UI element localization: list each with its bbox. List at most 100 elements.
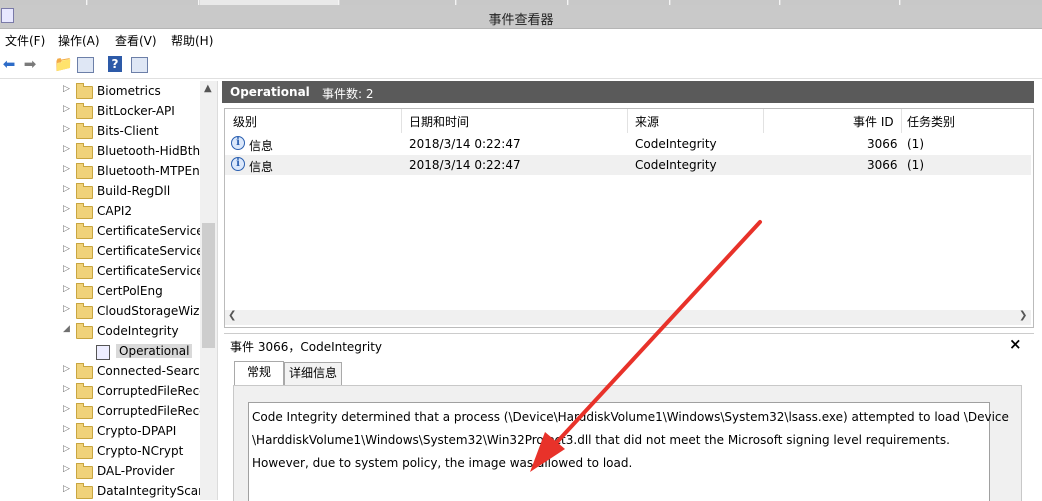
forward-arrow-icon[interactable]: ➡: [21, 55, 39, 73]
tree-item[interactable]: ▷ Build-RegDll: [0, 181, 200, 201]
folder-icon: [76, 183, 93, 199]
collapsed-arrow-icon[interactable]: ▷: [63, 104, 70, 114]
folder-icon: [76, 323, 93, 339]
tree-item-label: DataIntegrityScan: [97, 484, 201, 498]
tab-details[interactable]: 详细信息: [284, 362, 342, 385]
tree-item[interactable]: ▷ CertPolEng: [0, 281, 200, 301]
menu-bar: 文件(F) 操作(A) 查看(V) 帮助(H): [0, 29, 1042, 50]
help-icon[interactable]: ?: [108, 56, 122, 72]
collapsed-arrow-icon[interactable]: ▷: [63, 244, 70, 254]
tree-item[interactable]: ◢ CodeIntegrity: [0, 321, 200, 341]
collapsed-arrow-icon[interactable]: ▷: [63, 184, 70, 194]
table-row[interactable]: i 信息 2018/3/14 0:22:47 CodeIntegrity 306…: [225, 134, 1031, 154]
horizontal-scrollbar[interactable]: ❮ ❯: [225, 310, 1031, 325]
cell-event-id: 3066: [867, 158, 898, 172]
expanded-arrow-icon[interactable]: ◢: [63, 324, 70, 334]
cell-level: 信息: [249, 139, 274, 153]
scroll-left-icon[interactable]: ❮: [228, 310, 236, 321]
cell-source: CodeIntegrity: [635, 158, 717, 172]
tree-item-label: Connected-Search: [97, 364, 201, 378]
tree-item-label: CloudStorageWizard: [97, 304, 201, 318]
collapsed-arrow-icon[interactable]: ▷: [63, 484, 70, 494]
collapsed-arrow-icon[interactable]: ▷: [63, 124, 70, 134]
show-pane-icon[interactable]: [131, 57, 148, 73]
tree-scrollbar[interactable]: ▲: [200, 81, 217, 500]
tree-item[interactable]: ▷ Crypto-DPAPI: [0, 421, 200, 441]
cell-level: 信息: [249, 160, 274, 174]
tree-item-label: CorruptedFileRecovery: [97, 404, 201, 418]
tree-item[interactable]: ▷ Bluetooth-MTPEnum: [0, 161, 201, 181]
menu-help[interactable]: 帮助(H): [171, 32, 213, 49]
folder-icon: [76, 283, 93, 299]
collapsed-arrow-icon[interactable]: ▷: [63, 284, 70, 294]
event-message[interactable]: Code Integrity determined that a process…: [248, 402, 1009, 501]
collapsed-arrow-icon[interactable]: ▷: [63, 444, 70, 454]
column-event-id[interactable]: 事件 ID: [853, 113, 894, 130]
collapsed-arrow-icon[interactable]: ▷: [63, 224, 70, 234]
tree-item[interactable]: Operational: [0, 341, 200, 361]
menu-view[interactable]: 查看(V): [115, 32, 157, 49]
collapsed-arrow-icon[interactable]: ▷: [63, 464, 70, 474]
column-datetime[interactable]: 日期和时间: [409, 113, 469, 130]
tree-item[interactable]: ▷ DataIntegrityScan: [0, 481, 201, 500]
tree-item[interactable]: ▷ Bits-Client: [0, 121, 200, 141]
column-source[interactable]: 来源: [635, 113, 659, 130]
folder-icon: [76, 163, 93, 179]
info-icon: i: [231, 157, 245, 171]
folder-icon: [76, 263, 93, 279]
folder-icon: [76, 123, 93, 139]
tree-item[interactable]: ▷ CertificateServicesClient: [0, 261, 201, 281]
tree-item[interactable]: ▷ CloudStorageWizard: [0, 301, 201, 321]
scroll-up-icon[interactable]: ▲: [204, 83, 212, 94]
tree-item[interactable]: ▷ CAPI2: [0, 201, 200, 221]
collapsed-arrow-icon[interactable]: ▷: [63, 264, 70, 274]
tree-item-label: DAL-Provider: [97, 464, 175, 478]
back-arrow-icon[interactable]: ⬅: [0, 55, 18, 73]
collapsed-arrow-icon[interactable]: ▷: [63, 164, 70, 174]
collapsed-arrow-icon[interactable]: ▷: [63, 204, 70, 214]
column-level[interactable]: 级别: [233, 113, 257, 130]
properties-icon[interactable]: [77, 57, 94, 73]
table-row[interactable]: i 信息 2018/3/14 0:22:47 CodeIntegrity 306…: [225, 155, 1031, 175]
log-icon: [96, 345, 110, 360]
tree-item[interactable]: ▷ CertificateServicesClient: [0, 221, 201, 241]
tree-item[interactable]: ▷ CertificateServicesClient: [0, 241, 201, 261]
scroll-thumb[interactable]: [202, 223, 215, 348]
tree-item[interactable]: ▷ CorruptedFileRecovery: [0, 401, 201, 421]
toolbar: ⬅ ➡ 📁 ?: [0, 51, 1042, 79]
collapsed-arrow-icon[interactable]: ▷: [63, 84, 70, 94]
cell-datetime: 2018/3/14 0:22:47: [409, 158, 521, 172]
collapsed-arrow-icon[interactable]: ▷: [63, 404, 70, 414]
tree-item-label: CorruptedFileRecovery: [97, 384, 201, 398]
menu-file[interactable]: 文件(F): [5, 32, 45, 49]
collapsed-arrow-icon[interactable]: ▷: [63, 304, 70, 314]
menu-action[interactable]: 操作(A): [58, 32, 100, 49]
tree-item-label: CertificateServicesClient: [97, 264, 201, 278]
tree-item[interactable]: ▷ Bluetooth-HidBthLE: [0, 141, 201, 161]
tree-item[interactable]: ▷ BitLocker-API: [0, 101, 200, 121]
tab-general[interactable]: 常规: [234, 361, 284, 385]
cell-category: (1): [907, 158, 924, 172]
collapsed-arrow-icon[interactable]: ▷: [63, 144, 70, 154]
close-icon[interactable]: ×: [1009, 335, 1022, 353]
log-name: Operational: [230, 85, 310, 99]
tree-item[interactable]: ▷ DAL-Provider: [0, 461, 200, 481]
cell-datetime: 2018/3/14 0:22:47: [409, 137, 521, 151]
tree-item-label: CodeIntegrity: [97, 324, 179, 338]
message-line: However, due to system policy, the image…: [252, 456, 633, 470]
tree-item-label: BitLocker-API: [97, 104, 175, 118]
collapsed-arrow-icon[interactable]: ▷: [63, 384, 70, 394]
event-viewer-icon: [1, 8, 14, 23]
scroll-right-icon[interactable]: ❯: [1019, 310, 1027, 321]
log-header: Operational 事件数: 2: [222, 81, 1034, 103]
folder-up-icon[interactable]: 📁: [54, 55, 73, 73]
folder-icon: [76, 363, 93, 379]
collapsed-arrow-icon[interactable]: ▷: [63, 424, 70, 434]
tree-item[interactable]: ▷ CorruptedFileRecovery: [0, 381, 201, 401]
tree-item[interactable]: ▷ Biometrics: [0, 81, 200, 101]
folder-icon: [76, 103, 93, 119]
collapsed-arrow-icon[interactable]: ▷: [63, 364, 70, 374]
tree-item[interactable]: ▷ Crypto-NCrypt: [0, 441, 200, 461]
column-task-category[interactable]: 任务类别: [907, 113, 955, 130]
tree-item[interactable]: ▷ Connected-Search: [0, 361, 201, 381]
